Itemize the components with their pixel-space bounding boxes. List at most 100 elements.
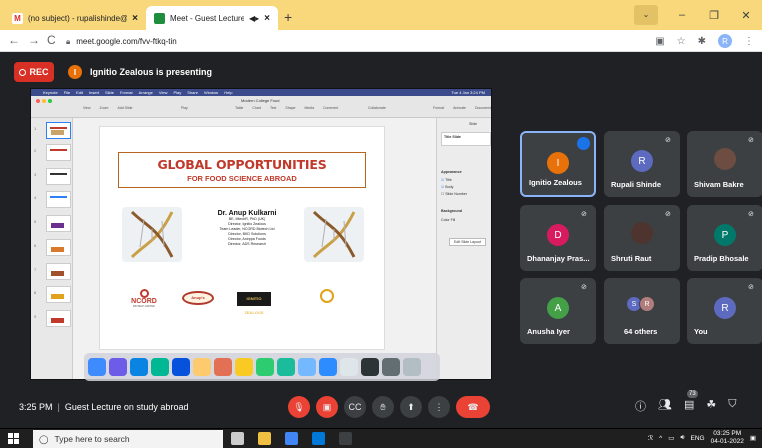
extensions-icon[interactable]: ✱	[698, 36, 706, 47]
network-icon[interactable]: ▭	[668, 434, 674, 442]
mic-off-icon: ⊘	[581, 211, 587, 218]
speaker-info: Dr. Anup Kulkarni BE, MtechR, PhD (UK) D…	[202, 210, 292, 247]
mac-dock	[84, 353, 440, 381]
forward-icon[interactable]: →	[28, 33, 40, 47]
slide-layout-value[interactable]: Title Slide	[444, 135, 488, 139]
slide-thumbnail[interactable]	[46, 215, 71, 232]
mic-off-icon: ⊘	[748, 137, 754, 144]
dna-image-right	[304, 207, 364, 262]
chat-icon[interactable]: ▤	[684, 398, 694, 414]
clock[interactable]: 03:25 PM 04-01-2022	[711, 430, 744, 446]
language-indicator[interactable]: ENG	[691, 435, 705, 442]
tray-chevron-icon[interactable]: ^	[659, 435, 662, 442]
activities-icon[interactable]: ☘	[706, 398, 716, 414]
participant-tile[interactable]: ⊘ Shivam Bakre	[687, 131, 762, 197]
self-tile[interactable]: ⊘ R You	[687, 278, 762, 344]
slide-thumbnail[interactable]	[46, 286, 71, 303]
slide-navigator: 1 2 3 4 5 6 7 8 9	[31, 118, 73, 379]
slide-title: GLOBAL OPPORTUNITIES	[157, 157, 327, 172]
presenting-text: Ignitio Zealous is presenting	[90, 67, 213, 77]
tab-search-icon[interactable]: ⌄	[634, 5, 658, 25]
participant-name: Rupali Shinde	[611, 180, 662, 189]
camera-off-button[interactable]: ▣	[316, 396, 338, 418]
slide-thumbnail[interactable]	[46, 310, 71, 327]
body-checkbox-label[interactable]: Body	[445, 185, 453, 189]
notes-icon	[235, 358, 253, 376]
restore-button[interactable]: ❐	[698, 9, 730, 22]
captions-button[interactable]: CC	[344, 396, 366, 418]
taskbar-search[interactable]: ◯ Type here to search	[33, 430, 223, 448]
back-icon[interactable]: ←	[8, 33, 20, 47]
mac-menu-bar: Keynote File Edit Insert Slide Format Arrange V…	[31, 89, 491, 96]
file-explorer-icon[interactable]	[258, 432, 271, 445]
app-icon	[214, 358, 232, 376]
bookmark-star-icon[interactable]: ☆	[677, 36, 686, 47]
presenting-banner: I Ignitio Zealous is presenting	[68, 62, 212, 82]
record-icon	[19, 68, 27, 76]
tab-meet[interactable]: Meet - Guest Lecture on stu ◀▸ ×	[146, 6, 278, 30]
windows-start-icon[interactable]	[8, 433, 20, 445]
url-field[interactable]: 🔒︎ meet.google.com/fvv-ftkq-tin	[66, 34, 656, 49]
participant-tile[interactable]: ⊘ A Anusha Iyer	[520, 278, 596, 344]
microphone-off-button[interactable]: 🎙︎	[288, 396, 310, 418]
people-button[interactable]: 👥︎ 73	[658, 390, 698, 414]
numbers-icon	[151, 358, 169, 376]
participant-tile[interactable]: I Ignitio Zealous	[520, 131, 596, 197]
task-view-icon[interactable]	[231, 432, 244, 445]
title-checkbox-label[interactable]: Title	[445, 178, 452, 182]
speaking-indicator-icon	[577, 137, 590, 150]
profile-avatar[interactable]: R	[718, 34, 732, 48]
edit-slide-layout-button[interactable]: Edit Slide Layout	[449, 238, 486, 246]
close-window-button[interactable]: ✕	[730, 9, 762, 22]
others-tile[interactable]: S R 64 others	[604, 278, 680, 344]
color-fill-label[interactable]: Color Fill	[441, 218, 455, 222]
ncord-logo-subtext: BIOTECH LIMITED	[133, 305, 155, 308]
dna-image-left	[122, 207, 182, 262]
menu-icon[interactable]: ⋮	[744, 36, 754, 47]
participant-name: You	[694, 327, 708, 336]
search-placeholder: Type here to search	[54, 434, 130, 444]
slide-thumbnail[interactable]	[46, 239, 71, 256]
camera-status-icon[interactable]: ▣	[655, 36, 664, 47]
participant-count-badge: 73	[687, 390, 698, 398]
ncord-logo: NCORD BIOTECH LIMITED	[126, 289, 162, 308]
slide-number-checkbox-label[interactable]: Slide Number	[445, 192, 467, 196]
slide-thumbnail[interactable]	[46, 168, 71, 185]
chrome-icon[interactable]	[285, 432, 298, 445]
reload-icon[interactable]: C	[47, 33, 56, 47]
tab-gmail[interactable]: M (no subject) - rupalishinde@mo ×	[4, 6, 146, 30]
participant-tile[interactable]: ⊘ P Pradip Bhosale	[687, 205, 762, 271]
participant-tile[interactable]: ⊘ R Rupali Shinde	[604, 131, 680, 197]
mic-off-icon: ⊘	[665, 211, 671, 218]
close-tab-icon[interactable]: ×	[264, 13, 270, 24]
app-store-icon	[298, 358, 316, 376]
present-button[interactable]: ⬆	[400, 396, 422, 418]
app-icon[interactable]	[339, 432, 352, 445]
slide-thumbnail[interactable]	[46, 144, 71, 161]
slide-thumbnail[interactable]	[46, 122, 71, 139]
participant-tile[interactable]: ⊘ D Dhananjay Pras...	[520, 205, 596, 271]
windows-taskbar: ◯ Type here to search ℛ ^ ▭ 🔊︎ ENG 03:25…	[0, 428, 762, 448]
new-tab-button[interactable]: +	[284, 9, 292, 25]
notifications-icon[interactable]: ▣	[750, 434, 756, 442]
downloads-icon	[382, 358, 400, 376]
audio-playing-icon[interactable]: ◀▸	[249, 14, 259, 23]
raise-hand-button[interactable]: ✋︎	[372, 396, 394, 418]
slide-thumbnail[interactable]	[46, 191, 71, 208]
minimize-button[interactable]: –	[666, 9, 698, 21]
close-tab-icon[interactable]: ×	[132, 13, 138, 24]
mic-off-icon: ⊘	[748, 284, 754, 291]
volume-icon[interactable]: 🔊︎	[680, 434, 684, 442]
leave-call-button[interactable]: ☎	[456, 396, 490, 418]
host-controls-icon[interactable]: ⛉	[728, 398, 736, 414]
meeting-info-icon[interactable]: ⓘ	[635, 398, 646, 414]
participant-tile[interactable]: ⊘ Shruti Raut	[604, 205, 680, 271]
more-options-button[interactable]: ⋮	[428, 396, 450, 418]
facetime-icon	[277, 358, 295, 376]
people-tray-icon[interactable]: ℛ	[648, 434, 653, 442]
meet-icon	[154, 12, 165, 24]
slide-thumbnail[interactable]	[46, 263, 71, 280]
store-icon[interactable]	[312, 432, 325, 445]
keynote-toolbar: Modern College Food View Zoom Add Slide Pl…	[31, 96, 491, 118]
participant-name: Ignitio Zealous	[529, 178, 582, 187]
